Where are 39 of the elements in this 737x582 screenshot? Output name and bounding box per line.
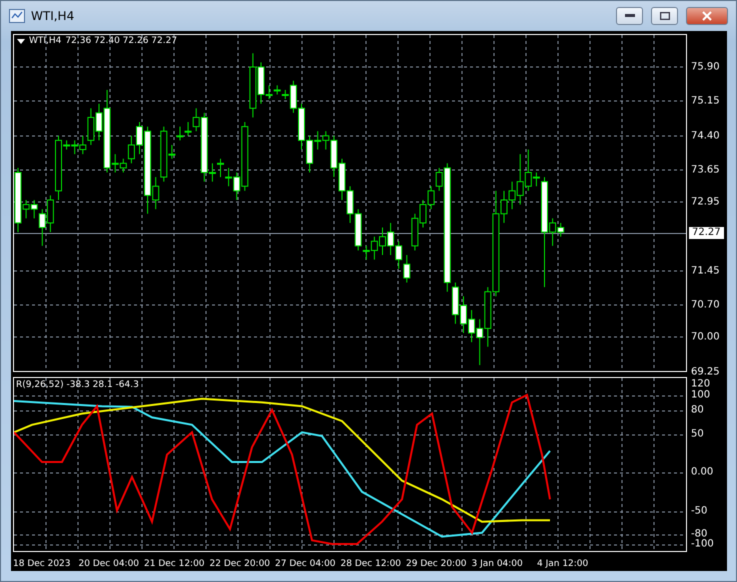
- time-label: 27 Dec 04:00: [275, 559, 337, 569]
- price-label: 70.70: [691, 300, 720, 310]
- price-label: 71.45: [691, 266, 720, 276]
- maximize-button[interactable]: [651, 7, 678, 25]
- indicator-label: R(9,26,52) -38.3 28.1 -64.3: [16, 380, 139, 390]
- price-label: 69.25: [691, 366, 720, 378]
- dropdown-triangle-icon[interactable]: [17, 38, 25, 44]
- time-label: 3 Jan 04:00: [472, 559, 524, 569]
- indicator-scale-label: -50: [691, 506, 708, 516]
- time-label: 28 Dec 12:00: [340, 559, 402, 569]
- ohlc-values: 72.36 72.40 72.26 72.27: [65, 36, 178, 46]
- current-price-tag: 72.27: [689, 227, 724, 240]
- price-label: 75.90: [691, 62, 720, 72]
- close-button[interactable]: [686, 7, 728, 25]
- indicator-scale-label: 50: [691, 428, 704, 440]
- indicator-scale-label: 80: [691, 404, 704, 416]
- price-label: 72.95: [691, 196, 720, 208]
- indicator-scale-label: -100: [691, 538, 714, 550]
- chart-symbol: WTI,H4: [29, 36, 62, 46]
- indicator-scale-label: -80: [691, 528, 708, 540]
- indicator-scale-label: 100: [691, 390, 710, 400]
- minimize-button[interactable]: [616, 7, 643, 25]
- maximize-icon: [660, 12, 670, 20]
- indicator-scale-label: 0.00: [691, 466, 714, 478]
- indicator-scale-label: 120: [691, 378, 710, 390]
- time-label: 29 Dec 20:00: [406, 559, 468, 569]
- time-label: 21 Dec 12:00: [144, 559, 206, 569]
- window-title: WTI,H4: [31, 9, 76, 23]
- chart-window-icon: [9, 9, 25, 23]
- close-icon: [702, 11, 712, 21]
- time-label: 18 Dec 2023: [13, 559, 72, 569]
- time-label: 22 Dec 20:00: [210, 559, 272, 569]
- price-label: 73.65: [691, 164, 720, 176]
- price-label: 70.00: [691, 332, 720, 342]
- price-label: 74.40: [691, 130, 720, 142]
- minimize-icon: [624, 14, 634, 18]
- price-label: 75.15: [691, 96, 720, 106]
- time-label: 20 Dec 04:00: [78, 559, 140, 569]
- time-label: 4 Jan 12:00: [537, 559, 590, 569]
